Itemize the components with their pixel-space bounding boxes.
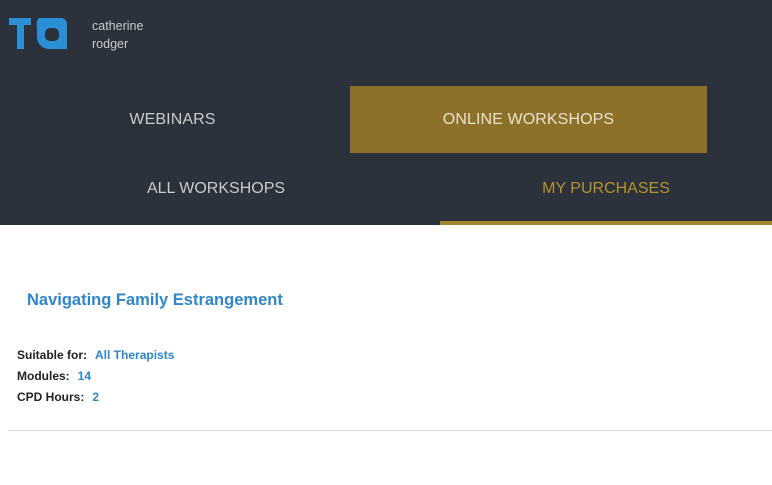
detail-row: CPD Hours: 2 xyxy=(17,389,174,410)
detail-label: CPD Hours: xyxy=(17,390,85,404)
primary-nav: WEBINARS ONLINE WORKSHOPS xyxy=(0,86,772,153)
user-last-name: rodger xyxy=(92,37,129,51)
detail-row: Modules: 14 xyxy=(17,368,174,389)
detail-row: Suitable for: All Therapists xyxy=(17,347,174,368)
suitable-for-value: All Therapists xyxy=(95,348,175,362)
secondary-nav: ALL WORKSHOPS MY PURCHASES xyxy=(0,153,772,225)
active-tab-indicator xyxy=(440,221,772,225)
course-details: Suitable for: All Therapists Modules: 14… xyxy=(17,347,174,410)
user-first-name: catherine xyxy=(92,19,144,33)
logo[interactable] xyxy=(9,18,67,49)
top-bar: catherine rodger WEBINARS ONLINE WORKSHO… xyxy=(0,0,772,225)
tab-all-workshops[interactable]: ALL WORKSHOPS xyxy=(0,153,432,225)
nav-webinars[interactable]: WEBINARS xyxy=(0,86,345,153)
nav-online-workshops[interactable]: ONLINE WORKSHOPS xyxy=(350,86,707,153)
course-title[interactable]: Navigating Family Estrangement xyxy=(27,291,283,310)
user-name[interactable]: catherine rodger xyxy=(92,17,143,53)
divider xyxy=(8,430,772,431)
cpd-hours-value: 2 xyxy=(92,390,100,404)
detail-label: Modules: xyxy=(17,369,70,383)
modules-value: 14 xyxy=(77,369,92,383)
detail-label: Suitable for: xyxy=(17,348,88,362)
tab-my-purchases[interactable]: MY PURCHASES xyxy=(440,153,772,225)
